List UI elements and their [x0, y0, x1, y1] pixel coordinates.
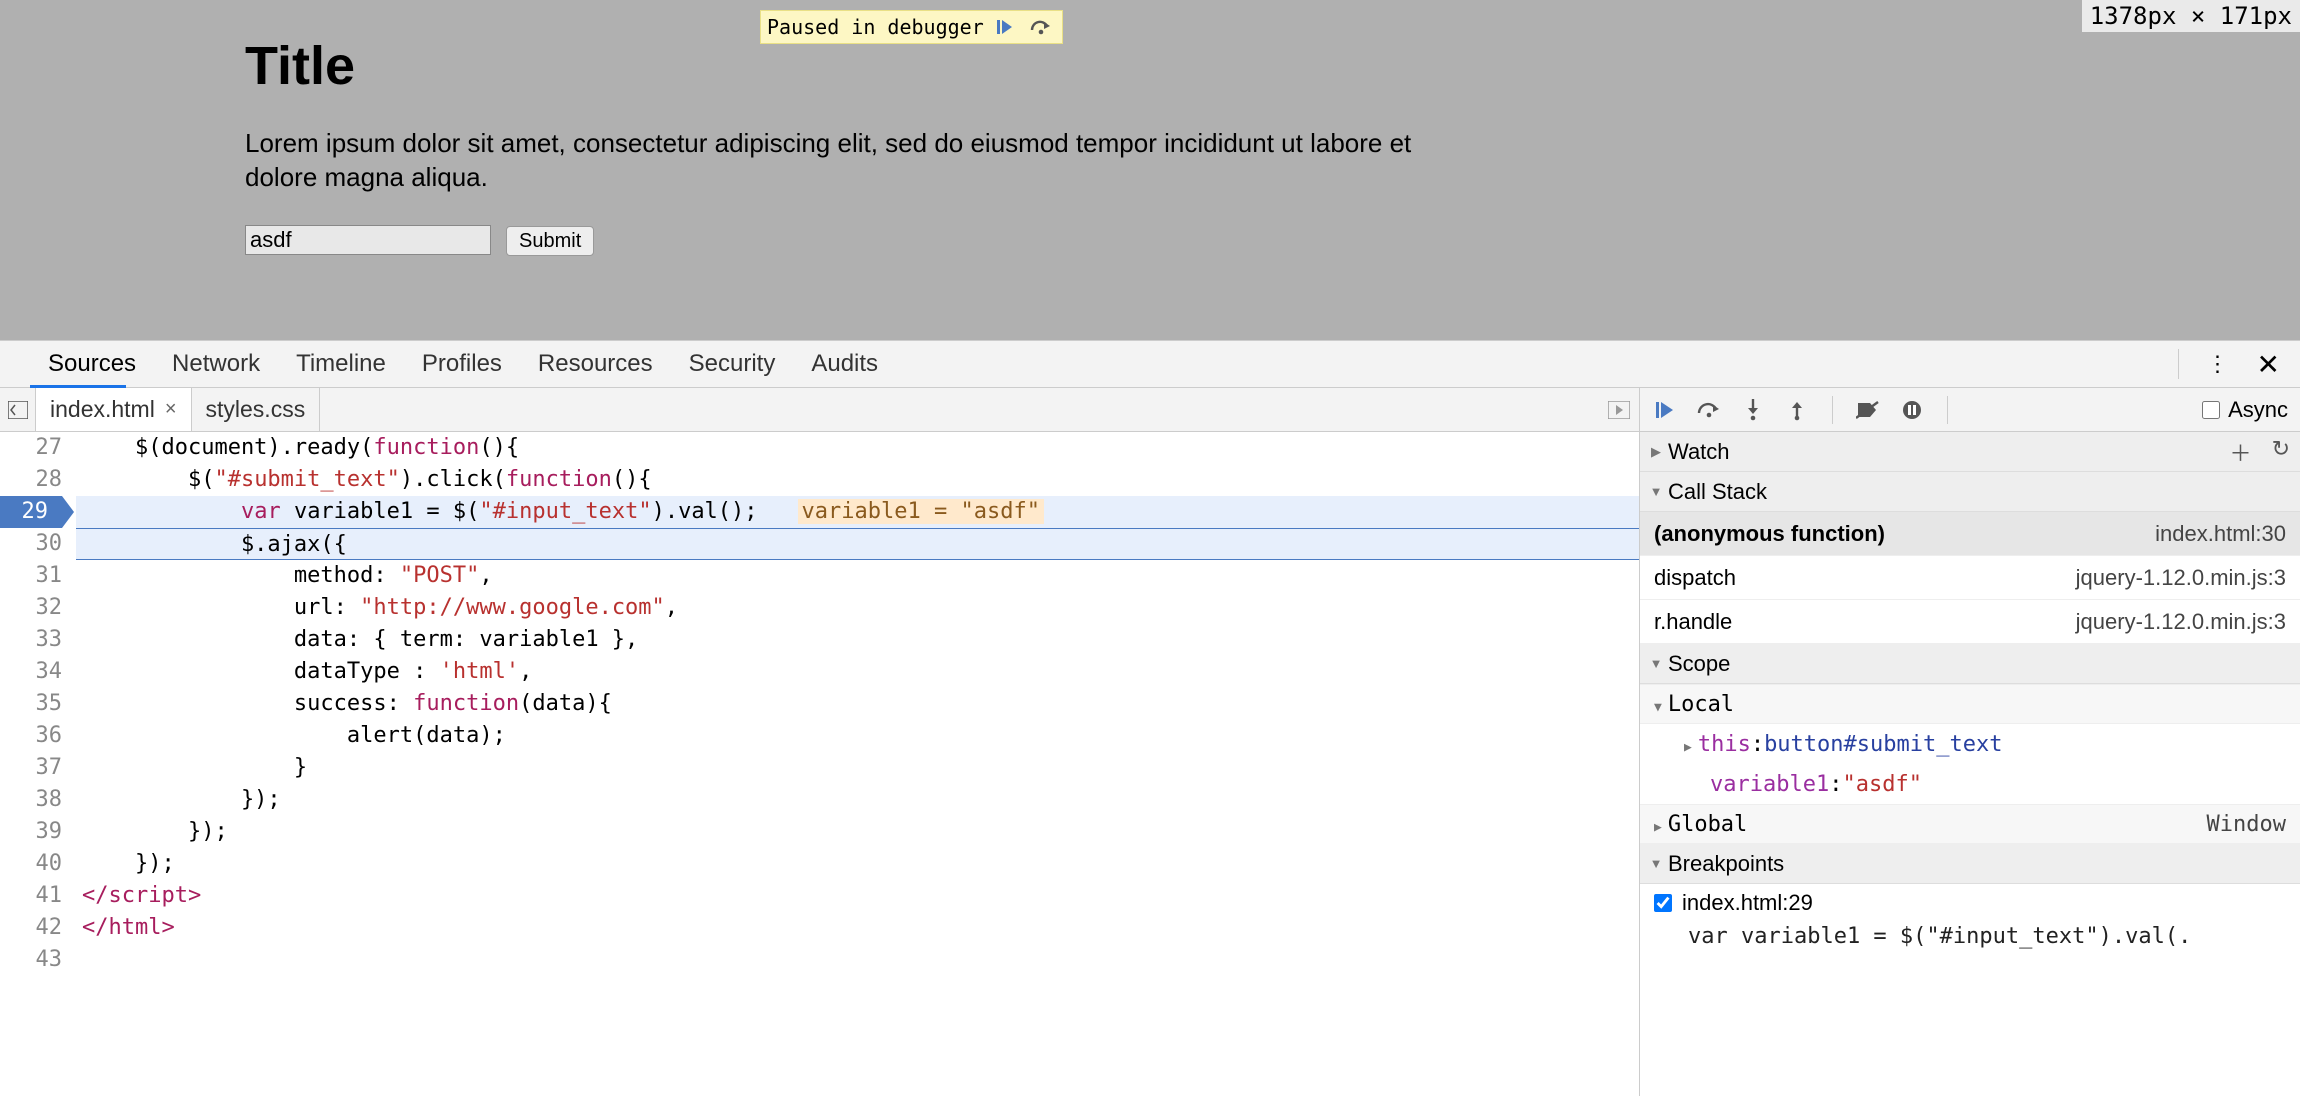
breakpoint-item[interactable]: index.html:29: [1640, 884, 2300, 922]
line-number[interactable]: 41: [0, 880, 62, 912]
step-out-icon[interactable]: [1784, 397, 1810, 423]
code-line[interactable]: alert(data);: [76, 720, 1639, 752]
code-line[interactable]: });: [76, 784, 1639, 816]
resume-button[interactable]: [990, 14, 1020, 40]
line-number[interactable]: 42: [0, 912, 62, 944]
devtools-tab-audits[interactable]: Audits: [793, 341, 896, 387]
devtools-tab-network[interactable]: Network: [154, 341, 278, 387]
code-line[interactable]: $.ajax({: [76, 528, 1639, 560]
callstack-section-header[interactable]: Call Stack: [1640, 472, 2300, 512]
line-number[interactable]: 36: [0, 720, 62, 752]
devtools-tab-profiles[interactable]: Profiles: [404, 341, 520, 387]
add-watch-icon[interactable]: ＋: [2230, 436, 2252, 468]
code-line[interactable]: [76, 944, 1639, 976]
debug-banner-text: Paused in debugger: [767, 15, 984, 39]
deactivate-breakpoints-icon[interactable]: [1855, 397, 1881, 423]
devtools-tab-resources[interactable]: Resources: [520, 341, 671, 387]
callstack-frame[interactable]: (anonymous function)index.html:30: [1640, 512, 2300, 556]
resume-icon[interactable]: [1652, 397, 1678, 423]
code-line[interactable]: </html>: [76, 912, 1639, 944]
code-line[interactable]: }: [76, 752, 1639, 784]
line-number[interactable]: 38: [0, 784, 62, 816]
text-input[interactable]: [245, 225, 491, 255]
pause-exceptions-icon[interactable]: [1899, 397, 1925, 423]
scope-variable-row[interactable]: variable1: "asdf": [1640, 764, 2300, 804]
breakpoints-section-header[interactable]: Breakpoints: [1640, 844, 2300, 884]
run-snippet-icon[interactable]: [1599, 401, 1639, 419]
watch-section-header[interactable]: Watch ＋↻: [1640, 432, 2300, 472]
navigator-toggle-icon[interactable]: [0, 388, 36, 431]
callstack-frame[interactable]: dispatchjquery-1.12.0.min.js:3: [1640, 556, 2300, 600]
page-title: Title: [245, 35, 2300, 97]
line-number[interactable]: 32: [0, 592, 62, 624]
code-line[interactable]: $(document).ready(function(){: [76, 432, 1639, 464]
line-number[interactable]: 37: [0, 752, 62, 784]
code-line[interactable]: </script>: [76, 880, 1639, 912]
scope-section-header[interactable]: Scope: [1640, 644, 2300, 684]
line-number[interactable]: 27: [0, 432, 62, 464]
page-paragraph: Lorem ipsum dolor sit amet, consectetur …: [245, 127, 1445, 195]
close-tab-icon[interactable]: ×: [165, 398, 177, 421]
code-line[interactable]: success: function(data){: [76, 688, 1639, 720]
file-tab[interactable]: styles.css: [192, 388, 321, 431]
code-line[interactable]: var variable1 = $("#input_text").val();v…: [76, 496, 1639, 528]
devtools-tab-bar: SourcesNetworkTimelineProfilesResourcesS…: [0, 340, 2300, 388]
code-line[interactable]: data: { term: variable1 },: [76, 624, 1639, 656]
line-number[interactable]: 28: [0, 464, 62, 496]
scope-local-header[interactable]: Local: [1640, 684, 2300, 724]
element-dimensions-badge: 1378px × 171px: [2082, 0, 2300, 32]
step-into-icon[interactable]: [1740, 397, 1766, 423]
line-number[interactable]: 40: [0, 848, 62, 880]
debug-paused-banner: Paused in debugger: [760, 10, 1063, 44]
async-checkbox[interactable]: Async: [2202, 397, 2288, 423]
step-over-button[interactable]: [1026, 14, 1056, 40]
line-number[interactable]: 35: [0, 688, 62, 720]
code-line[interactable]: method: "POST",: [76, 560, 1639, 592]
divider: [2178, 349, 2179, 379]
scope-global-header[interactable]: GlobalWindow: [1640, 804, 2300, 844]
code-editor[interactable]: 2728293031323334353637383940414243 $(doc…: [0, 432, 1639, 1096]
refresh-watch-icon[interactable]: ↻: [2272, 436, 2290, 468]
file-tab[interactable]: index.html×: [36, 388, 192, 431]
page-viewport: Title Lorem ipsum dolor sit amet, consec…: [0, 0, 2300, 340]
step-over-icon[interactable]: [1696, 397, 1722, 423]
line-number[interactable]: 43: [0, 944, 62, 976]
callstack-frame[interactable]: r.handlejquery-1.12.0.min.js:3: [1640, 600, 2300, 644]
step-over-icon: [1030, 19, 1052, 35]
line-number[interactable]: 33: [0, 624, 62, 656]
devtools-tab-security[interactable]: Security: [671, 341, 794, 387]
line-number[interactable]: 39: [0, 816, 62, 848]
breakpoint-code-preview: var variable1 = $("#input_text").val(.: [1640, 922, 2300, 957]
code-line[interactable]: $("#submit_text").click(function(){: [76, 464, 1639, 496]
resume-icon: [996, 18, 1014, 36]
line-number[interactable]: 34: [0, 656, 62, 688]
devtools-tab-sources[interactable]: Sources: [30, 341, 154, 387]
scope-this-row[interactable]: this: button#submit_text: [1640, 724, 2300, 764]
close-devtools-icon[interactable]: ✕: [2257, 348, 2280, 381]
more-menu-icon[interactable]: ⋮: [2207, 361, 2229, 367]
code-line[interactable]: });: [76, 816, 1639, 848]
submit-button[interactable]: Submit: [506, 226, 594, 256]
line-number[interactable]: 31: [0, 560, 62, 592]
code-line[interactable]: });: [76, 848, 1639, 880]
debug-toolbar: Async: [1640, 388, 2300, 432]
code-line[interactable]: url: "http://www.google.com",: [76, 592, 1639, 624]
debug-sidebar: Async Watch ＋↻ Call Stack (anonymous fun…: [1640, 388, 2300, 1096]
file-tab-bar: index.html×styles.css: [0, 388, 1639, 432]
devtools-tab-timeline[interactable]: Timeline: [278, 341, 404, 387]
inline-value-badge: variable1 = "asdf": [798, 499, 1044, 524]
code-line[interactable]: dataType : 'html',: [76, 656, 1639, 688]
line-number[interactable]: 29: [0, 496, 62, 528]
line-number[interactable]: 30: [0, 528, 62, 560]
